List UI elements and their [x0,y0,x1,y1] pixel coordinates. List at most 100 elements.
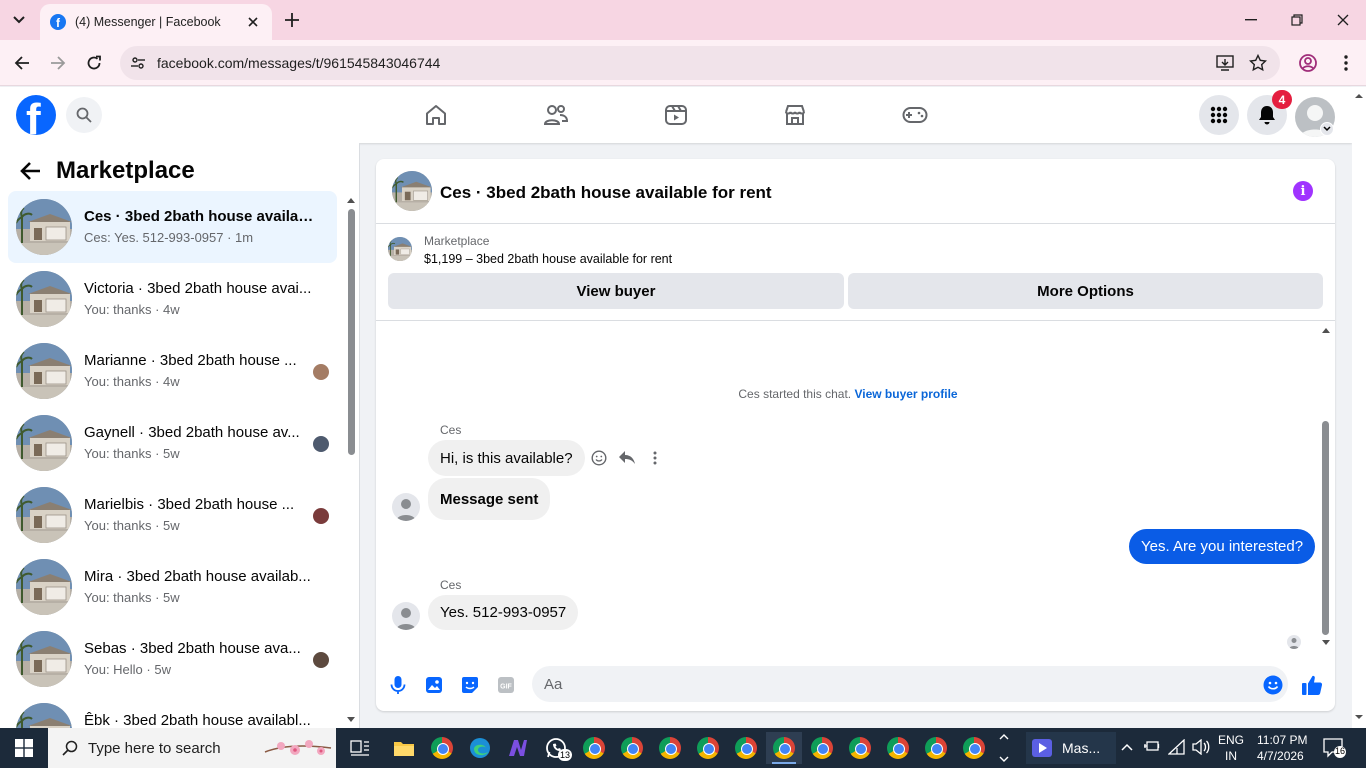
clock-time[interactable]: 11:07 PM [1257,733,1307,747]
windows-start-icon[interactable] [0,728,48,768]
sender-avatar[interactable] [392,493,420,521]
listing-thumbnail [16,343,72,399]
install-app-icon[interactable] [1215,53,1235,73]
taskbar-search[interactable]: Type here to search [48,728,336,768]
taskbar-overflow-arrows[interactable] [998,730,1010,766]
listing-thumbnail[interactable] [392,171,432,211]
back-icon[interactable] [10,51,34,75]
emoji-icon[interactable] [1261,673,1285,697]
search-icon[interactable] [66,97,102,133]
minimize-icon[interactable] [1228,0,1274,40]
message-input[interactable] [532,666,1288,702]
conversation-item[interactable]: Marianne · 3bed 2bath house ... You: than… [8,335,337,407]
show-hidden-icons-chevron-icon[interactable] [1120,740,1134,754]
message-bubble[interactable]: Hi, is this available? [428,440,585,476]
file-explorer-icon[interactable] [386,732,422,764]
browser-menu-icon[interactable] [1334,51,1358,75]
page-scrollbar[interactable] [1352,87,1366,728]
sticker-icon[interactable] [458,673,482,697]
message-bubble[interactable]: Yes. 512-993-0957 [428,595,579,630]
my-message-bubble[interactable]: Yes. Are you interested? [1129,529,1316,564]
conversation-item[interactable]: Ces · 3bed 2bath house availabl... Ces: Y… [8,191,337,263]
thumbs-up-icon[interactable] [1300,673,1324,697]
marketplace-icon[interactable] [781,101,809,129]
new-tab-icon[interactable] [282,10,302,30]
battery-icon[interactable] [1143,739,1161,755]
message-composer: GIF [376,661,1335,711]
volume-icon[interactable] [1192,739,1210,755]
gaming-icon[interactable] [901,101,929,129]
chrome-profile-icon[interactable] [918,732,954,764]
facebook-logo-icon[interactable]: f [16,95,56,135]
conversation-item[interactable]: Sebas · 3bed 2bath house ava... You: Hell… [8,623,337,695]
sender-avatar[interactable] [392,602,420,630]
notification-badge: 4 [1272,90,1292,109]
browser-toolbar: facebook.com/messages/t/961545843046744 [0,40,1366,86]
sidebar-scrollbar[interactable] [346,195,356,725]
chrome-profile-icon[interactable] [690,732,726,764]
back-arrow-icon[interactable] [20,160,42,182]
friends-icon[interactable] [542,101,570,129]
react-emoji-icon[interactable] [589,448,609,468]
profile-icon[interactable] [1296,51,1320,75]
conversation-item[interactable]: Êbk · 3bed 2bath house availabl... [8,695,337,728]
photo-icon[interactable] [422,673,446,697]
facebook-favicon-icon: f [50,14,66,30]
chrome-profile-icon[interactable] [652,732,688,764]
more-actions-icon[interactable] [645,448,665,468]
edge-icon[interactable] [462,732,498,764]
conversation-item[interactable]: Victoria · 3bed 2bath house avai... You: … [8,263,337,335]
conversation-item[interactable]: Marielbis · 3bed 2bath house ... You: tha… [8,479,337,551]
address-bar[interactable]: facebook.com/messages/t/961545843046744 [120,46,1280,80]
chevron-down-icon[interactable] [1320,122,1334,136]
chrome-profile-icon[interactable] [728,732,764,764]
chrome-icon[interactable] [424,732,460,764]
browser-tab[interactable]: f (4) Messenger | Facebook [40,4,272,40]
bookmark-star-icon[interactable] [1248,53,1268,73]
message-bubble[interactable]: Message sent [428,478,551,520]
chrome-profile-icon[interactable] [880,732,916,764]
wifi-icon[interactable] [1168,739,1186,755]
reload-icon[interactable] [82,51,106,75]
language-code[interactable]: ENG [1218,733,1244,747]
chat-scroll-thumb[interactable] [1322,421,1329,635]
reply-icon[interactable] [617,448,637,468]
onenote-icon[interactable] [500,732,536,764]
microphone-icon[interactable] [386,673,410,697]
video-icon[interactable] [662,101,690,129]
listing-title[interactable]: $1,199 – 3bed 2bath house available for … [424,252,672,266]
whatsapp-icon[interactable]: 13 [538,732,574,764]
language-region: IN [1225,749,1237,763]
chat-title[interactable]: Ces · 3bed 2bath house available for ren… [440,183,772,203]
conversation-item[interactable]: Gaynell · 3bed 2bath house av... You: tha… [8,407,337,479]
tab-close-icon[interactable] [244,13,262,31]
forward-icon[interactable] [46,51,70,75]
more-options-button[interactable]: More Options [848,273,1323,309]
chrome-profile-icon[interactable] [842,732,878,764]
chrome-profile-icon[interactable] [766,732,802,764]
menu-grid-icon[interactable] [1199,95,1239,135]
notification-center-icon[interactable]: 16 [1323,738,1347,758]
chat-scrollbar[interactable] [1320,325,1332,649]
tab-search-dropdown[interactable] [6,8,32,32]
conversation-item[interactable]: Mira · 3bed 2bath house availab... You: t… [8,551,337,623]
whatsapp-badge: 13 [557,749,572,761]
chrome-profile-icon[interactable] [956,732,992,764]
chrome-profile-icon[interactable] [804,732,840,764]
gif-icon[interactable]: GIF [494,673,518,697]
facebook-header: f 4 [0,87,1352,143]
active-window-button[interactable]: Mas... [1026,732,1116,764]
close-window-icon[interactable] [1320,0,1366,40]
home-icon[interactable] [422,101,450,129]
site-info-icon[interactable] [126,51,150,75]
view-buyer-button[interactable]: View buyer [388,273,844,309]
chrome-profile-icon[interactable] [576,732,612,764]
task-view-icon[interactable] [342,732,378,764]
restore-icon[interactable] [1274,0,1320,40]
conversation-preview: You: thanks · 5w [84,518,180,533]
info-icon[interactable]: i [1293,181,1313,201]
chrome-profile-icon[interactable] [614,732,650,764]
participant-avatar [313,436,329,452]
view-buyer-profile-link[interactable]: View buyer profile [854,387,957,401]
sidebar-scroll-thumb[interactable] [348,209,355,455]
